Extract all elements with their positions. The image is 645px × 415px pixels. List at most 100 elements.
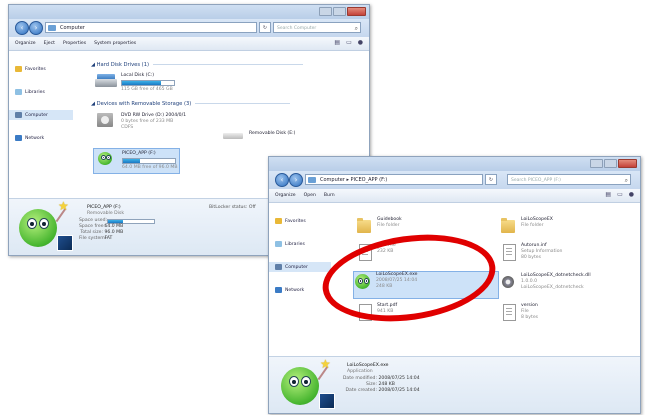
app-drive-icon [96, 151, 118, 165]
address-text: Computer [60, 25, 85, 31]
drive-usage-bar [122, 158, 176, 164]
command-bar: Organize Open Burn ▤ ▭ ● [269, 189, 640, 203]
size-value: 248 KB [378, 382, 395, 387]
details-name: PICEO_APP (F:) [87, 205, 121, 210]
address-bar[interactable]: Computer [45, 22, 257, 33]
computer-icon [48, 25, 56, 31]
details-pane: ★ LoiLoScopeEX.exe Application Date modi… [269, 356, 640, 413]
minimize-button[interactable] [590, 159, 603, 168]
search-input[interactable]: Search Computer ⌕ [273, 22, 361, 33]
back-button[interactable]: ‹ [275, 173, 289, 187]
file-item-guidebook[interactable]: Guidebook File folder [355, 217, 475, 235]
burn-button[interactable]: Burn [324, 193, 335, 198]
library-icon [15, 89, 22, 95]
drive-name: Local Disk (C:) [121, 73, 155, 78]
folder-icon [355, 217, 373, 235]
setup-file-icon [499, 243, 517, 261]
address-text: Computer ▸ PICEO_APP (F:) [320, 177, 388, 183]
details-name: LoiLoScopeEX.exe [347, 363, 389, 368]
close-button[interactable] [618, 159, 637, 168]
nav-network[interactable]: Network [9, 133, 73, 143]
title-bar[interactable] [269, 157, 640, 171]
forward-button[interactable]: › [29, 21, 43, 35]
view-options-icon[interactable]: ▤ [605, 191, 611, 198]
library-icon [275, 241, 282, 247]
refresh-button[interactable]: ↻ [259, 22, 271, 33]
mascot-icon: ★ [13, 199, 75, 253]
close-button[interactable] [347, 7, 366, 16]
drive-name: PICEO_APP (F:) [122, 151, 156, 156]
folder-icon [499, 217, 517, 235]
help-icon[interactable]: ● [358, 39, 363, 46]
total-size-value: 96.0 MB [104, 230, 124, 235]
file-item-version[interactable]: version File 8 bytes [499, 303, 619, 321]
computer-icon [275, 264, 282, 270]
file-icon [499, 303, 517, 321]
file-size: 8 bytes [521, 315, 539, 320]
file-description: LoiLoScopeEX_dotnetcheck [521, 285, 584, 290]
address-bar[interactable]: Computer ▸ PICEO_APP (F:) [305, 174, 483, 185]
maximize-button[interactable] [333, 7, 346, 16]
drive-d[interactable]: DVD RW Drive (D:) 2004/0/1 0 bytes free … [95, 113, 186, 131]
refresh-button[interactable]: ↻ [485, 174, 497, 185]
star-icon [15, 66, 22, 72]
star-icon [275, 218, 282, 224]
drive-file-system: CDFS [121, 125, 134, 130]
network-icon [15, 135, 22, 141]
dll-gear-icon [499, 273, 517, 291]
date-created-value: 2008/07/25 14:04 [378, 388, 420, 393]
search-icon: ⌕ [354, 25, 358, 32]
nav-computer[interactable]: Computer [9, 110, 73, 120]
group-header-removable[interactable]: ◢ Devices with Removable Storage (3) [91, 101, 291, 107]
file-size: 80 bytes [521, 255, 541, 260]
help-icon[interactable]: ● [629, 191, 634, 198]
date-modified-value: 2008/07/25 14:04 [378, 376, 420, 381]
group-header-hard-disk[interactable]: ◢ Hard Disk Drives (1) [91, 62, 304, 68]
file-item-autorun[interactable]: Autorun.inf Setup Information 80 bytes [499, 243, 619, 261]
drive-e[interactable]: Removable Disk (E:) [223, 127, 295, 141]
open-button[interactable]: Open [304, 193, 316, 198]
removable-disk-icon [223, 127, 245, 141]
maximize-button[interactable] [604, 159, 617, 168]
minimize-button[interactable] [319, 7, 332, 16]
computer-icon [15, 112, 22, 118]
preview-pane-icon[interactable]: ▭ [617, 191, 623, 198]
file-item-dotnetcheck[interactable]: LoiLoScopeEX_dotnetcheck.dll 1.0.0.0 LoiLo… [499, 273, 635, 291]
file-system-value: FAT [104, 236, 113, 241]
nav-favorites[interactable]: Favorites [269, 216, 331, 226]
file-type: File folder [377, 223, 400, 228]
drive-c[interactable]: Local Disk (C:) 115 GB free of 465 GB [95, 73, 175, 93]
drive-usage-bar [121, 80, 175, 86]
back-button[interactable]: ‹ [15, 21, 29, 35]
search-icon: ⌕ [624, 177, 628, 184]
drive-f[interactable]: PICEO_APP (F:) 64.0 MB free of 96.0 MB [93, 148, 181, 174]
hard-drive-icon [95, 73, 117, 87]
drive-free-space: 64.0 MB free of 96.0 MB [122, 165, 178, 170]
space-free-value: 64.0 MB [104, 224, 124, 229]
drive-icon [308, 177, 316, 183]
file-item-loiloscope-folder[interactable]: LoiLoScopeEX File folder [499, 217, 619, 235]
file-type: File folder [521, 223, 544, 228]
mascot-icon: ★ [275, 357, 337, 411]
nav-favorites[interactable]: Favorites [9, 64, 73, 74]
nav-libraries[interactable]: Libraries [9, 87, 73, 97]
organize-button[interactable]: Organize [15, 41, 36, 46]
title-bar[interactable] [9, 5, 369, 19]
dvd-drive-icon [95, 113, 117, 127]
bitlocker-status: BitLocker status: Off [209, 205, 256, 210]
drive-name: Removable Disk (E:) [249, 131, 296, 136]
preview-pane-icon[interactable]: ▭ [346, 39, 352, 46]
drive-free-space: 115 GB free of 465 GB [121, 87, 173, 92]
eject-button[interactable]: Eject [44, 41, 55, 46]
view-options-icon[interactable]: ▤ [334, 39, 340, 46]
command-bar: Organize Eject Properties System propert… [9, 37, 369, 51]
search-input[interactable]: Search PICEO_APP (F:) ⌕ [507, 174, 631, 185]
nav-libraries[interactable]: Libraries [269, 239, 331, 249]
details-type: Removable Disk [87, 211, 124, 216]
forward-button[interactable]: › [289, 173, 303, 187]
system-properties-button[interactable]: System properties [94, 41, 136, 46]
properties-button[interactable]: Properties [63, 41, 86, 46]
organize-button[interactable]: Organize [275, 193, 296, 198]
network-icon [275, 287, 282, 293]
nav-computer[interactable]: Computer [269, 262, 331, 272]
